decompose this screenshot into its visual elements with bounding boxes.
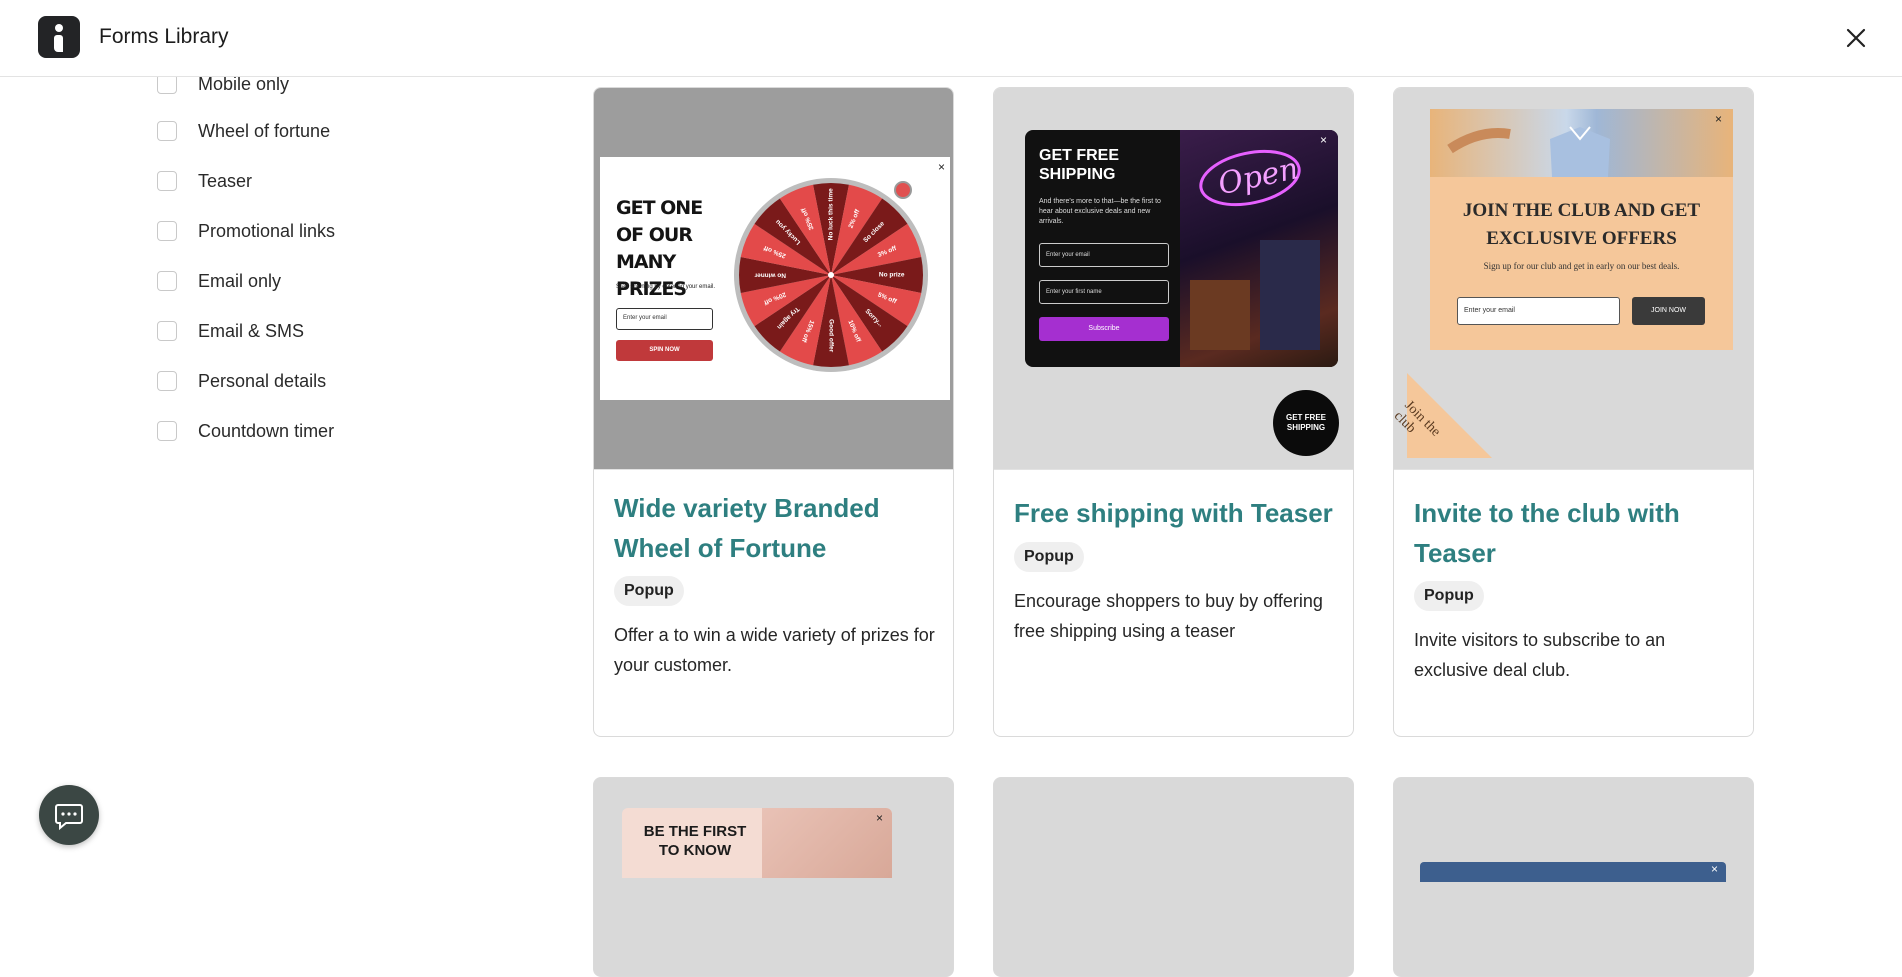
checkbox[interactable]	[157, 371, 177, 391]
card-body: Invite to the club with Teaser Popup Inv…	[1394, 469, 1753, 680]
wheel-pointer	[894, 181, 912, 199]
template-card[interactable]	[993, 777, 1354, 977]
filter-wheel-of-fortune[interactable]: Wheel of fortune	[157, 116, 330, 146]
filter-label: Email & SMS	[198, 320, 305, 341]
shirt-image	[1430, 109, 1733, 177]
preview-close-icon: ×	[1711, 862, 1719, 876]
card-description: Encourage shoppers to buy by offering fr…	[1014, 591, 1323, 641]
filter-personal-details[interactable]: Personal details	[157, 366, 326, 396]
preview-close-icon: ×	[1320, 133, 1328, 147]
template-card-free-shipping[interactable]: GET FREE SHIPPING And there's more to th…	[993, 87, 1354, 737]
preview-join-button: JOIN NOW	[1632, 297, 1705, 325]
chat-button[interactable]	[39, 785, 99, 845]
filter-label: Email only	[198, 270, 282, 291]
template-card[interactable]: ×	[1393, 777, 1754, 977]
template-card-club[interactable]: JOIN THE CLUB AND GET EXCLUSIVE OFFERS S…	[1393, 87, 1754, 737]
card-title: Wide variety Branded Wheel of Fortune	[614, 493, 880, 563]
checkbox[interactable]	[157, 321, 177, 341]
filter-label: Countdown timer	[198, 420, 335, 441]
filter-email-sms[interactable]: Email & SMS	[157, 316, 304, 346]
preview-popup-top	[1420, 862, 1726, 882]
filter-label: Personal details	[198, 370, 327, 391]
filter-mobile-only[interactable]: Mobile only	[157, 77, 289, 99]
prize-wheel: No luck this time 2% offSo close3% offNo …	[734, 178, 928, 372]
filter-teaser[interactable]: Teaser	[157, 166, 252, 196]
close-icon	[1846, 28, 1866, 48]
preview-email-input: Enter your email	[1457, 297, 1620, 325]
wheel-slice-label: No prize	[879, 272, 905, 279]
card-badge: Popup	[1414, 581, 1484, 611]
preview-image	[762, 808, 892, 878]
club-popup-preview: JOIN THE CLUB AND GET EXCLUSIVE OFFERS S…	[1430, 109, 1733, 350]
card-description: Offer a to win a wide variety of prizes …	[614, 625, 935, 675]
card-body: Wide variety Branded Wheel of Fortune Po…	[594, 469, 953, 675]
filter-list: Mobile only Wheel of fortune Teaser Prom…	[0, 77, 560, 872]
neon-sign-graphic: Open	[1190, 149, 1320, 350]
template-card-be-first[interactable]: BE THE FIRST TO KNOW ×	[593, 777, 954, 977]
filter-label: Wheel of fortune	[198, 120, 331, 141]
neon-store-image: Open	[1180, 130, 1338, 367]
wheel-hub	[828, 272, 834, 278]
card-body: Free shipping with Teaser Popup Encourag…	[994, 469, 1353, 641]
wheel-slice-label: Good offer	[827, 319, 834, 353]
preview-subscribe-button: Subscribe	[1039, 317, 1169, 341]
preview-email-input: Enter your email	[616, 308, 713, 330]
card-preview: GET ONE OF OUR MANY PRIZES Start spinnin…	[594, 88, 953, 469]
preview-name-input: Enter your first name	[1039, 280, 1169, 304]
filter-label: Promotional links	[198, 220, 336, 241]
wheel-slice-label: No luck this time	[828, 188, 835, 240]
preview-heading: GET FREE SHIPPING	[1039, 147, 1120, 183]
filter-countdown-timer[interactable]: Countdown timer	[157, 416, 334, 446]
app-header: Forms Library	[0, 0, 1902, 77]
checkbox[interactable]	[157, 221, 177, 241]
checkbox[interactable]	[157, 271, 177, 291]
card-title: Invite to the club with Teaser	[1414, 498, 1680, 568]
card-description: Invite visitors to subscribe to an exclu…	[1414, 630, 1666, 680]
filter-promotional-links[interactable]: Promotional links	[157, 216, 335, 246]
shipping-popup-preview: GET FREE SHIPPING And there's more to th…	[1025, 130, 1338, 367]
chat-icon	[55, 804, 83, 831]
card-preview: GET FREE SHIPPING And there's more to th…	[994, 88, 1353, 469]
preview-heading: JOIN THE CLUB AND GET EXCLUSIVE OFFERS	[1462, 200, 1701, 249]
preview-subtext: Sign up for our club and get in early on…	[1483, 261, 1680, 271]
card-preview: JOIN THE CLUB AND GET EXCLUSIVE OFFERS S…	[1394, 88, 1753, 469]
checkbox[interactable]	[157, 121, 177, 141]
preview-email-input: Enter your email	[1039, 243, 1169, 267]
checkbox[interactable]	[157, 171, 177, 191]
filter-label: Mobile only	[198, 77, 290, 94]
preview-close-icon: ×	[876, 811, 884, 825]
wheel-slice-label: No winner	[754, 271, 786, 278]
template-card-wheel[interactable]: GET ONE OF OUR MANY PRIZES Start spinnin…	[593, 87, 954, 737]
preview-subtext: Start spinning by entering your email.	[616, 284, 716, 290]
preview-close-icon: ×	[1715, 112, 1723, 126]
preview-close-icon: ×	[938, 160, 946, 174]
filter-label: Teaser	[198, 170, 253, 191]
page-title: Forms Library	[99, 25, 229, 48]
app-logo-icon	[38, 16, 80, 58]
teaser-badge: GET FREE SHIPPING	[1273, 390, 1339, 456]
wheel-popup-preview: GET ONE OF OUR MANY PRIZES Start spinnin…	[600, 157, 950, 400]
checkbox[interactable]	[157, 421, 177, 441]
be-first-popup-preview: BE THE FIRST TO KNOW ×	[622, 808, 892, 878]
filter-email-only[interactable]: Email only	[157, 266, 281, 296]
preview-subtext: And there's more to that—be the first to…	[1039, 198, 1161, 225]
card-badge: Popup	[1014, 542, 1084, 572]
close-button[interactable]	[1840, 22, 1872, 54]
card-title: Free shipping with Teaser	[1014, 498, 1333, 528]
preview-heading: BE THE FIRST TO KNOW	[643, 823, 747, 859]
preview-spin-button: SPIN NOW	[616, 340, 713, 361]
card-badge: Popup	[614, 576, 684, 606]
checkbox[interactable]	[157, 77, 177, 94]
